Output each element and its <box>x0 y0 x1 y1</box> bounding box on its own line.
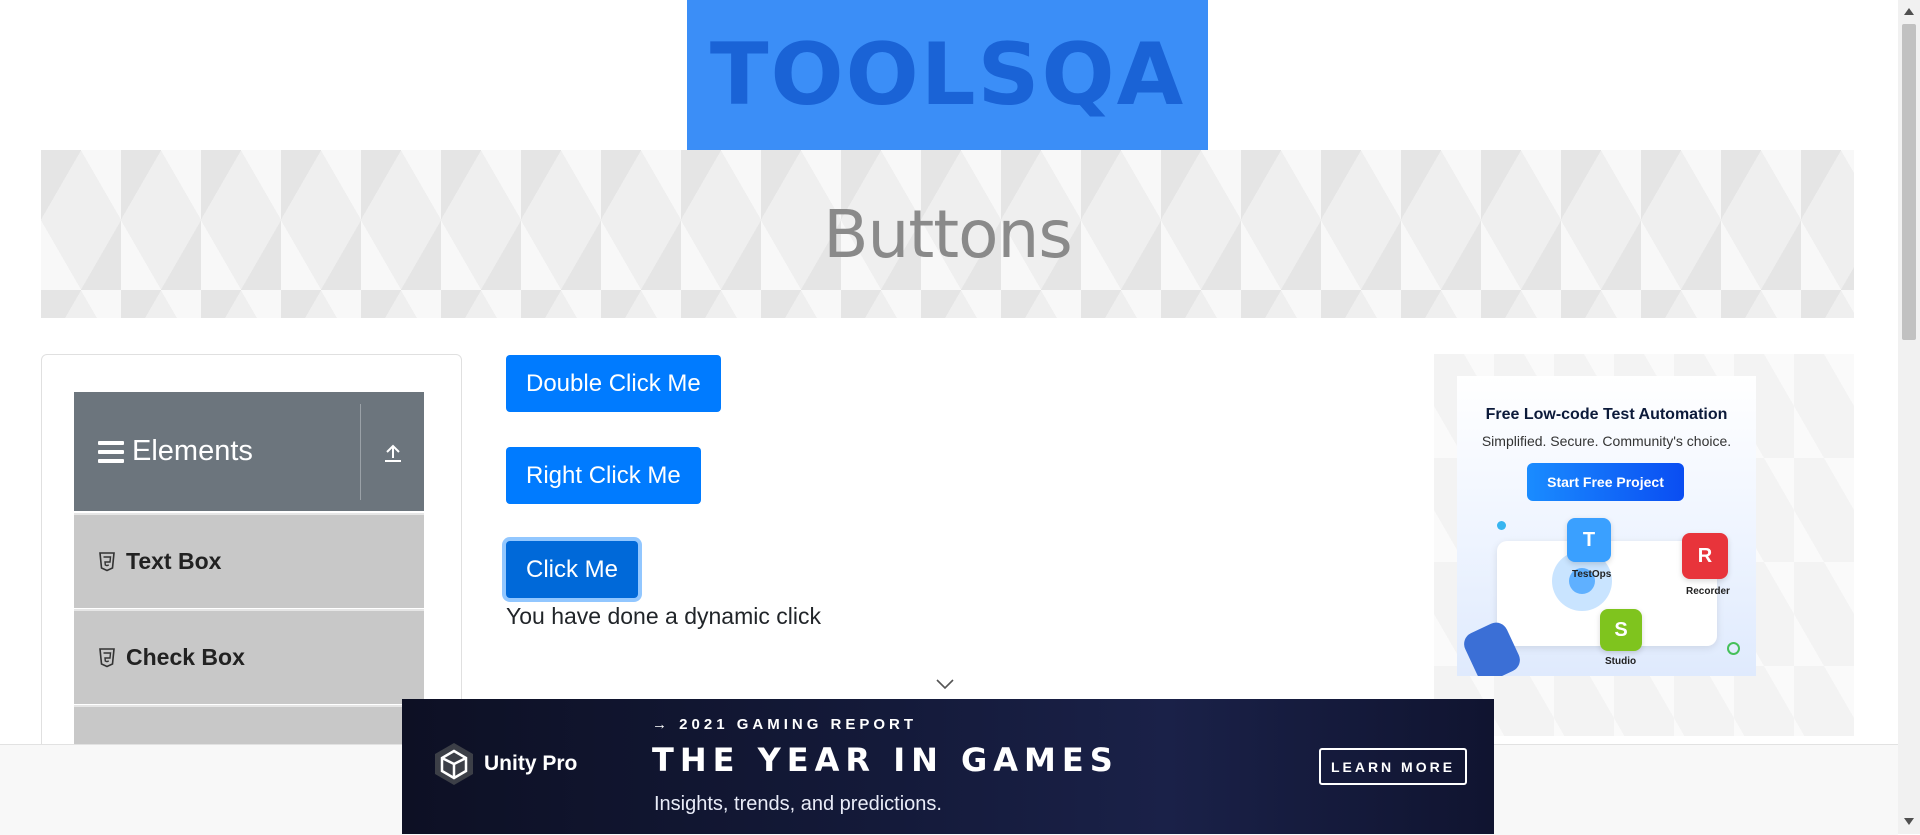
dynamic-click-message: You have done a dynamic click <box>506 603 821 629</box>
html5-icon <box>99 551 115 571</box>
ad-subline: Insights, trends, and predictions. <box>654 793 942 815</box>
html5-icon <box>99 647 115 667</box>
right-ad[interactable]: Free Low-code Test Automation Simplified… <box>1457 376 1756 676</box>
studio-icon: S <box>1600 609 1642 651</box>
right-click-button[interactable]: Right Click Me <box>506 447 701 504</box>
ad-product-label: Recorder <box>1686 586 1730 597</box>
double-click-button[interactable]: Double Click Me <box>506 355 721 412</box>
click-me-button[interactable]: Click Me <box>506 541 639 598</box>
page-title: Buttons <box>823 195 1072 273</box>
ad-product-label: TestOps <box>1572 569 1612 580</box>
group-toggle[interactable]: Elements <box>74 392 360 511</box>
upload-icon <box>384 444 401 462</box>
vertical-scrollbar[interactable] <box>1898 0 1920 834</box>
ad-kicker: → 2021 GAMING REPORT <box>652 716 918 733</box>
sidebar-group-elements[interactable]: Elements <box>74 392 424 511</box>
ad-headline: Free Low-code Test Automation <box>1485 406 1728 423</box>
sidebar-item-label: Text Box <box>126 548 222 574</box>
menu-icon <box>98 440 124 463</box>
decor-dot <box>1497 521 1506 530</box>
sidebar-item-text-box[interactable]: Text Box <box>74 513 424 608</box>
bottom-ad[interactable]: Unity Pro → 2021 GAMING REPORT THE YEAR … <box>402 699 1494 834</box>
ad-product-label: Studio <box>1605 656 1637 667</box>
recorder-icon: R <box>1682 533 1728 579</box>
collapse-button[interactable] <box>361 392 424 511</box>
scroll-thumb[interactable] <box>1902 24 1916 340</box>
ad-brand: Unity Pro <box>484 752 578 775</box>
unity-logo-icon <box>435 743 473 785</box>
sidebar-item-check-box[interactable]: Check Box <box>74 609 424 704</box>
sidebar-item-label: Check Box <box>126 644 245 670</box>
scroll-up-icon[interactable] <box>1904 8 1914 15</box>
learn-more-button[interactable]: LEARN MORE <box>1319 748 1467 785</box>
group-label: Elements <box>132 435 253 467</box>
site-logo[interactable]: TOOLSQA <box>687 0 1208 150</box>
chevron-down-icon[interactable] <box>936 679 954 689</box>
start-free-project-button[interactable]: Start Free Project <box>1527 463 1684 501</box>
logo-text: TOOLSQA <box>709 25 1186 125</box>
page-banner: Buttons <box>41 150 1854 318</box>
ad-subheadline: Simplified. Secure. Community's choice. <box>1481 433 1732 449</box>
ad-headline: THE YEAR IN GAMES <box>652 741 1119 779</box>
scroll-down-icon[interactable] <box>1904 818 1914 825</box>
decor-ring <box>1727 642 1740 655</box>
testops-icon: T <box>1567 518 1611 562</box>
